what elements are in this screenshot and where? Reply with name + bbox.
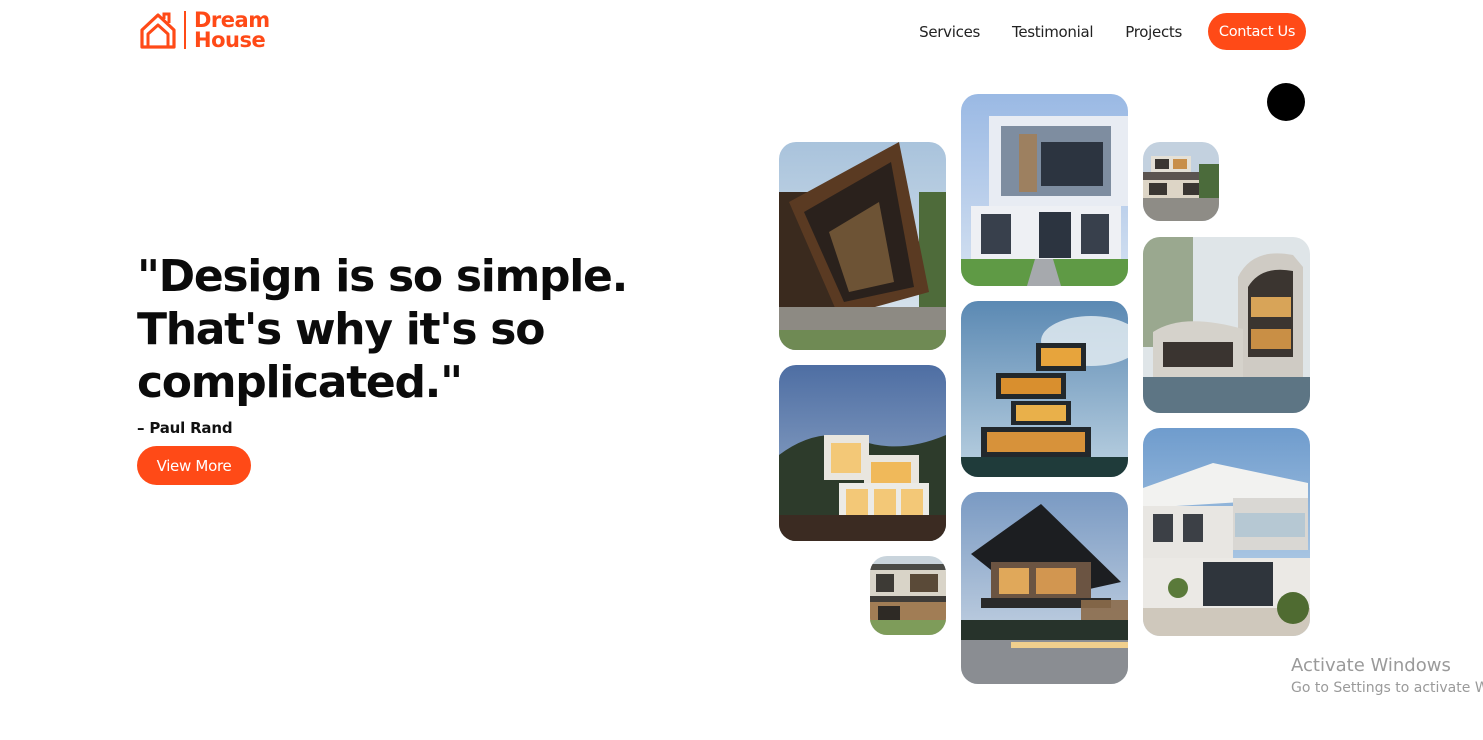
gallery-tile-4[interactable] xyxy=(961,94,1128,286)
house-photo-white-modern-balcony-icon xyxy=(1143,428,1310,636)
house-photo-small-terrace-icon xyxy=(870,556,946,635)
brand-line-1: Dream xyxy=(194,8,270,32)
gallery-tile-7[interactable] xyxy=(1143,142,1219,221)
gallery-tile-9[interactable] xyxy=(1143,428,1310,636)
gallery-tile-6[interactable] xyxy=(961,492,1128,684)
quote-line-2: That's why it's so xyxy=(137,304,545,355)
logo-divider xyxy=(184,11,186,49)
quote-author: – Paul Rand xyxy=(137,419,233,437)
gallery-tile-2[interactable] xyxy=(779,365,946,541)
activate-windows-title: Activate Windows xyxy=(1291,655,1451,676)
cursor-dot xyxy=(1267,83,1305,121)
quote-line-1: "Design is so simple. xyxy=(137,251,628,302)
nav-link-testimonial[interactable]: Testimonial xyxy=(1012,23,1094,41)
activate-windows-subtitle: Go to Settings to activate Windows. xyxy=(1291,680,1483,696)
nav-link-services[interactable]: Services xyxy=(919,23,980,41)
view-more-button[interactable]: View More xyxy=(137,446,251,485)
house-photo-cantilever-dark-icon xyxy=(961,492,1128,684)
house-photo-curved-villa-icon xyxy=(1143,237,1310,413)
main-nav: Services Testimonial Projects Contact Us xyxy=(887,13,1306,50)
house-photo-glass-boxes-dusk-icon xyxy=(779,365,946,541)
gallery-tile-1[interactable] xyxy=(779,142,946,350)
nav-link-projects[interactable]: Projects xyxy=(1125,23,1182,41)
brand-name: Dream House xyxy=(194,8,270,52)
contact-us-button[interactable]: Contact Us xyxy=(1208,13,1306,50)
house-photo-small-hillside-icon xyxy=(1143,142,1219,221)
house-logo-icon xyxy=(140,12,176,49)
brand-line-2: House xyxy=(194,28,266,52)
quote-line-3: complicated." xyxy=(137,357,463,408)
gallery-tile-3[interactable] xyxy=(870,556,946,635)
house-photo-stacked-boxes-icon xyxy=(961,301,1128,477)
gallery-tile-5[interactable] xyxy=(961,301,1128,477)
house-photo-white-cube-icon xyxy=(961,94,1128,286)
house-photo-angular-wood-icon xyxy=(779,142,946,350)
hero-quote: "Design is so simple. That's why it's so… xyxy=(137,250,657,409)
gallery-tile-8[interactable] xyxy=(1143,237,1310,413)
brand-logo[interactable]: Dream House xyxy=(138,8,270,52)
